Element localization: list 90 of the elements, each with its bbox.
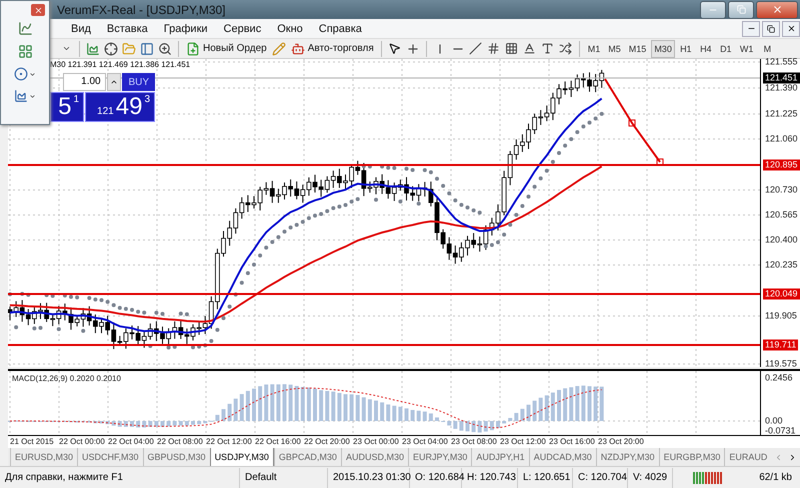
minimize-button[interactable] (700, 0, 726, 19)
increase-button[interactable] (106, 73, 122, 92)
close-button[interactable] (31, 4, 45, 16)
close-icon (786, 24, 796, 34)
maximize-button[interactable] (728, 0, 754, 19)
time-label: 22 Oct 12:00 (206, 436, 253, 448)
crosshair-icon[interactable] (103, 40, 119, 57)
timeframe-button[interactable]: M15 (626, 40, 650, 58)
indicator-label: -0.0731 (764, 426, 797, 437)
document-plus-icon (186, 42, 200, 56)
timeframe-button[interactable]: W1 (736, 40, 756, 58)
arrows-icon[interactable] (558, 40, 574, 57)
menu-item[interactable]: Графики (156, 22, 216, 35)
price-label: 120.400 (764, 234, 799, 246)
indicator-label: 0.00 (764, 416, 784, 427)
timeframe-button[interactable]: M5 (605, 40, 624, 58)
new-order-button[interactable]: Новый Ордер (184, 40, 269, 58)
chart-line-icon[interactable] (18, 21, 32, 36)
menu-item[interactable]: Окно (269, 22, 311, 35)
restore-icon (736, 5, 746, 14)
circle-icon[interactable] (14, 67, 36, 81)
price-label: 121.451 (763, 72, 800, 84)
timeframe-button[interactable]: M (758, 40, 776, 58)
restore-button[interactable] (762, 20, 780, 37)
grid-icon[interactable] (18, 44, 32, 59)
price-label: 120.049 (763, 288, 800, 300)
time-label: 22 Oct 20:00 (304, 436, 351, 448)
timeframe-button[interactable]: H4 (696, 40, 715, 58)
buy-button[interactable]: BUY (122, 73, 155, 92)
time-label: 22 Oct 16:00 (255, 436, 302, 448)
price-label: 120.895 (763, 160, 800, 171)
cursor-icon[interactable] (386, 40, 403, 57)
time-label: 22 Oct 00:00 (59, 436, 106, 448)
indicator-title: MACD(12,26,9) 0.2020 0.2010 (12, 374, 121, 384)
time-label: 23 Oct 08:00 (451, 436, 498, 448)
status-traffic: 62/1 kb (758, 470, 792, 485)
restore-icon (767, 24, 775, 33)
connection-meter-icon (693, 472, 722, 484)
window-title: VerumFX-Real - [USDJPY,M30] (57, 2, 226, 17)
price-label: 119.905 (764, 310, 798, 322)
price-label: 119.711 (763, 340, 798, 351)
close-button[interactable] (782, 20, 800, 37)
timeframe-button[interactable]: D1 (716, 40, 735, 58)
status-time: 2015.10.23 01:30 (328, 468, 410, 488)
auto-trading-button[interactable]: Авто-торговля (288, 40, 376, 58)
close-icon (34, 6, 42, 14)
indicator-label: 0.2456 (764, 372, 794, 384)
menu-item[interactable]: Вставка (98, 22, 156, 35)
close-button[interactable] (756, 0, 798, 19)
price-label: 121.555 (764, 56, 799, 68)
time-label: 22 Oct 08:00 (157, 436, 204, 448)
price-label: 121.390 (764, 82, 799, 94)
time-label: 23 Oct 04:00 (402, 436, 449, 448)
trend-line-icon[interactable] (468, 40, 484, 57)
horizontal-level-line[interactable] (8, 293, 760, 296)
status-open: O: 120.684 (410, 468, 462, 488)
timeframe-button[interactable]: M1 (584, 40, 604, 58)
status-low: L: 120.651 (518, 468, 573, 488)
status-help: Для справки, нажмите F1 (0, 468, 240, 488)
close-icon (772, 4, 782, 16)
lot-field[interactable]: 1.00 (63, 73, 106, 92)
chart-tab[interactable]: USDJPY,M30 (210, 448, 274, 466)
price-label: 121.060 (764, 134, 799, 145)
status-close: C: 120.704 (573, 468, 628, 488)
chart-header: M30 121.391 121.469 121.386 121.451 (50, 60, 190, 70)
status-profile: Default (240, 468, 328, 488)
price-label: 120.235 (764, 260, 799, 271)
menu-item[interactable]: Справка (310, 22, 370, 35)
status-volume: V: 4029 (628, 468, 673, 488)
horizontal-level-line[interactable] (8, 344, 760, 346)
trend-line[interactable] (604, 78, 664, 166)
chart-icon[interactable] (14, 89, 36, 103)
timeframe-button[interactable]: M30 (651, 40, 675, 58)
time-label: 23 Oct 20:00 (598, 436, 645, 448)
horizontal-level-line[interactable] (8, 164, 760, 166)
menu-item[interactable]: Сервис (216, 22, 270, 35)
menu-item[interactable]: Вид (63, 22, 99, 35)
time-label: 21 Oct 2015 (10, 436, 55, 448)
price-label: 121.225 (764, 108, 799, 120)
panel-icon[interactable] (139, 40, 155, 57)
time-label: 23 Oct 12:00 (500, 436, 547, 448)
time-label: 23 Oct 16:00 (549, 436, 596, 448)
price-label: 119.575 (764, 358, 798, 370)
time-label: 23 Oct 00:00 (353, 436, 400, 448)
time-label: 22 Oct 04:00 (108, 436, 155, 448)
price-label: 120.730 (764, 184, 799, 196)
price-label: 120.565 (764, 210, 799, 221)
robot-icon (290, 42, 305, 56)
timeframe-button[interactable]: H1 (676, 40, 695, 58)
zoom-icon[interactable] (157, 40, 173, 57)
